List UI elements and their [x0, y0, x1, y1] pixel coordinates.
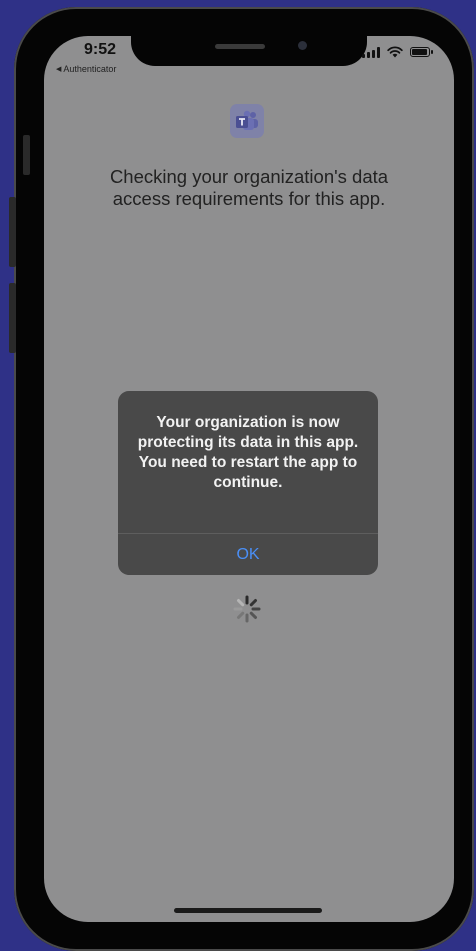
spinner-icon: [233, 595, 261, 623]
volume-down-button: [9, 283, 16, 353]
front-camera: [298, 41, 307, 50]
back-arrow-icon: ◀: [56, 66, 62, 73]
ok-button[interactable]: OK: [118, 534, 378, 575]
notch: [131, 36, 367, 66]
back-to-app-link[interactable]: ◀ Authenticator: [56, 64, 116, 74]
back-app-label: Authenticator: [63, 64, 117, 74]
home-indicator[interactable]: [174, 908, 322, 913]
wifi-icon: [387, 46, 403, 58]
status-time: 9:52: [84, 41, 117, 58]
alert-message: Your organization is now protecting its …: [137, 414, 359, 491]
battery-icon: [410, 47, 433, 57]
checking-message: Checking your organization's data access…: [109, 166, 389, 209]
mute-switch: [23, 135, 30, 175]
status-icons: [362, 46, 433, 58]
restart-alert-dialog: Your organization is now protecting its …: [118, 391, 378, 575]
phone-screen: 9:52 ◀ Authenticator Checking your organ…: [44, 36, 454, 922]
speaker: [215, 44, 265, 49]
volume-up-button: [9, 197, 16, 267]
signal-icon: [362, 46, 380, 58]
teams-logo-icon: [230, 104, 264, 138]
